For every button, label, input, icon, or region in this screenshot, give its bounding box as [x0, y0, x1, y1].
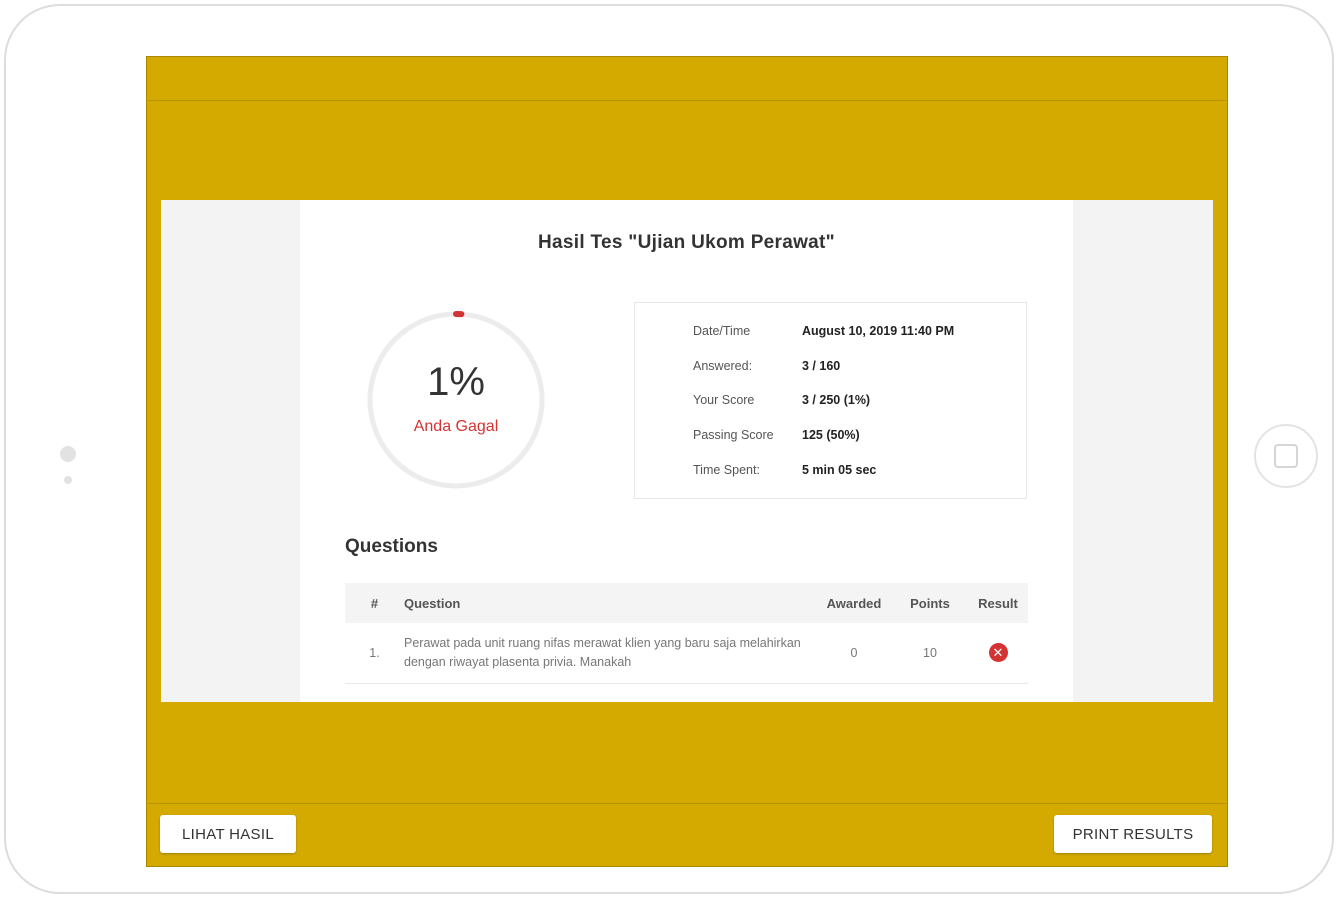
camera-dot — [60, 446, 76, 462]
app-screen: Hasil Tes "Ujian Ukom Perawat" 1% Anda G… — [146, 56, 1228, 867]
result-status: Anda Gagal — [413, 418, 499, 435]
question-cell: Perawat pada unit ruang nifas merawat kl… — [404, 623, 816, 683]
footer-divider — [146, 803, 1228, 804]
stat-label: Your Score — [693, 393, 755, 407]
results-panel: Hasil Tes "Ujian Ukom Perawat" 1% Anda G… — [161, 200, 1213, 702]
result-cell: ✕ — [968, 623, 1028, 683]
print-results-button[interactable]: PRINT RESULTS — [1054, 815, 1212, 853]
results-content: Hasil Tes "Ujian Ukom Perawat" 1% Anda G… — [300, 200, 1073, 702]
column-header-question: Question — [404, 595, 461, 611]
column-header-result: Result — [978, 595, 1018, 611]
stat-value: August 10, 2019 11:40 PM — [802, 324, 955, 338]
home-button[interactable] — [1254, 424, 1318, 488]
stat-label: Time Spent: — [693, 463, 760, 477]
question-number: 1. — [369, 645, 380, 660]
question-text: Perawat pada unit ruang nifas merawat kl… — [404, 635, 801, 669]
stats-box: Date/Time August 10, 2019 11:40 PM Answe… — [634, 302, 1027, 499]
questions-table: # Question Awarded Points Result 1. Pera… — [345, 583, 1028, 684]
score-percent: 1% — [427, 360, 485, 404]
column-header-awarded: Awarded — [826, 595, 882, 611]
sensor-dot — [64, 476, 72, 484]
stat-value: 3 / 250 (1%) — [802, 393, 871, 407]
x-circle-icon: ✕ — [988, 643, 1008, 663]
awarded-value: 0 — [850, 645, 858, 660]
stat-label: Passing Score — [693, 428, 774, 442]
header-divider — [146, 100, 1228, 101]
column-header-number: # — [370, 595, 379, 611]
stat-value: 5 min 05 sec — [802, 463, 877, 477]
home-square-icon — [1274, 444, 1298, 468]
table-row[interactable]: 1. Perawat pada unit ruang nifas merawat… — [345, 623, 1028, 683]
stat-label: Date/Time — [693, 324, 751, 338]
score-gauge: 1% Anda Gagal — [366, 310, 546, 490]
column-header-points: Points — [910, 595, 950, 611]
stat-value: 125 (50%) — [802, 428, 860, 442]
tablet-frame: Hasil Tes "Ujian Ukom Perawat" 1% Anda G… — [4, 4, 1334, 894]
stat-label: Answered: — [693, 359, 753, 373]
stat-value: 3 / 160 — [802, 359, 841, 373]
points-value: 10 — [923, 645, 937, 660]
questions-heading: Questions — [345, 536, 438, 557]
table-header-row: # Question Awarded Points Result — [345, 583, 1028, 623]
lihat-hasil-button[interactable]: LIHAT HASIL — [160, 815, 296, 853]
page-title: Hasil Tes "Ujian Ukom Perawat" — [538, 232, 835, 253]
